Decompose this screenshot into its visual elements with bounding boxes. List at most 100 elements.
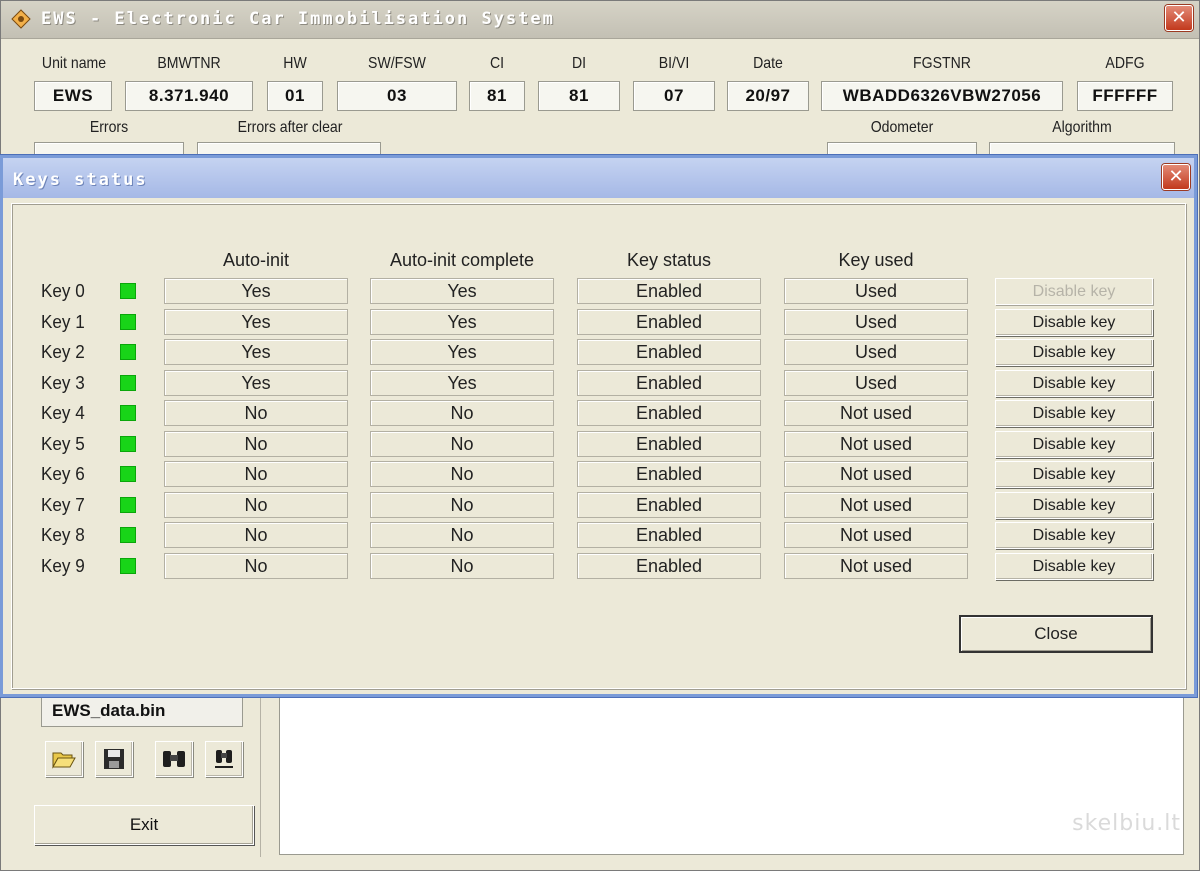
disable-key-button[interactable]: Disable key (995, 309, 1153, 336)
key-label: Key 7 (41, 495, 85, 515)
key-used-cell: Not used (784, 553, 968, 579)
main-titlebar: EWS - Electronic Car Immobilisation Syst… (1, 1, 1199, 39)
auto-init-cell: Yes (164, 339, 348, 365)
auto-init-complete-cell: No (370, 522, 554, 548)
disable-key-button[interactable]: Disable key (995, 553, 1153, 580)
key-used-cell: Used (784, 309, 968, 335)
key-used-cell: Not used (784, 522, 968, 548)
label-bi-vi: BI/VI (658, 55, 690, 72)
key-status-led-icon (120, 375, 136, 391)
header-auto-init-complete: Auto-init complete (389, 250, 535, 270)
log-output-area[interactable] (279, 697, 1184, 855)
disable-key-button[interactable]: Disable key (995, 492, 1153, 519)
fgstnr-field: WBADD6326VBW27056 (821, 81, 1063, 111)
errors-field (34, 142, 184, 156)
errors-after-clear-field (197, 142, 381, 156)
header-auto-init: Auto-init (222, 250, 290, 270)
disable-key-button[interactable]: Disable key (995, 522, 1153, 549)
disable-key-button[interactable]: Disable key (995, 400, 1153, 427)
auto-init-complete-cell: No (370, 431, 554, 457)
di-field: 81 (538, 81, 620, 111)
date-field: 20/97 (727, 81, 809, 111)
key-status-cell: Enabled (577, 461, 761, 487)
auto-init-cell: No (164, 400, 348, 426)
keys-dialog-close-icon-button[interactable]: ✕ (1162, 164, 1190, 190)
bi-vi-field: 07 (633, 81, 715, 111)
main-close-button[interactable]: ✕ (1165, 5, 1193, 31)
header-key-status: Key status (626, 250, 712, 270)
open-file-button[interactable] (45, 741, 83, 777)
label-sw-fsw: SW/FSW (368, 55, 426, 72)
auto-init-cell: No (164, 461, 348, 487)
auto-init-cell: No (164, 553, 348, 579)
find-button[interactable] (155, 741, 193, 777)
binoculars-icon (163, 751, 185, 767)
auto-init-complete-cell: Yes (370, 370, 554, 396)
key-status-cell: Enabled (577, 400, 761, 426)
main-window-title: EWS - Electronic Car Immobilisation Syst… (41, 9, 555, 29)
auto-init-cell: No (164, 522, 348, 548)
key-status-cell: Enabled (577, 522, 761, 548)
auto-init-complete-cell: Yes (370, 309, 554, 335)
folder-open-icon (52, 752, 76, 769)
auto-init-cell: Yes (164, 370, 348, 396)
disable-key-button[interactable]: Disable key (995, 431, 1153, 458)
auto-init-cell: Yes (164, 309, 348, 335)
key-status-led-icon (120, 283, 136, 299)
save-file-button[interactable] (95, 741, 133, 777)
key-status-cell: Enabled (577, 553, 761, 579)
ci-field: 81 (469, 81, 525, 111)
disable-key-button[interactable]: Disable key (995, 461, 1153, 488)
key-status-cell: Enabled (577, 431, 761, 457)
bmwtnr-field: 8.371.940 (125, 81, 253, 111)
auto-init-complete-cell: No (370, 461, 554, 487)
key-label: Key 3 (41, 373, 85, 393)
exit-button[interactable]: Exit (34, 805, 254, 845)
header-key-used: Key used (838, 250, 914, 270)
auto-init-complete-cell: No (370, 400, 554, 426)
floppy-disk-icon (104, 749, 124, 769)
hw-field: 01 (267, 81, 323, 111)
auto-init-complete-cell: Yes (370, 278, 554, 304)
label-odometer: Odometer (870, 119, 934, 136)
key-label: Key 2 (41, 342, 85, 362)
key-label: Key 6 (41, 464, 85, 484)
sw-fsw-field: 03 (337, 81, 457, 111)
key-status-led-icon (120, 314, 136, 330)
key-label: Key 4 (41, 403, 85, 423)
auto-init-complete-cell: Yes (370, 339, 554, 365)
adfg-field: FFFFFF (1077, 81, 1173, 111)
label-di: DI (571, 55, 587, 72)
label-errors: Errors (89, 119, 129, 136)
auto-init-cell: No (164, 431, 348, 457)
key-used-cell: Not used (784, 461, 968, 487)
auto-init-cell: No (164, 492, 348, 518)
find-next-button[interactable] (205, 741, 243, 777)
key-label: Key 1 (41, 312, 85, 332)
key-status-cell: Enabled (577, 492, 761, 518)
key-status-cell: Enabled (577, 278, 761, 304)
algorithm-field (989, 142, 1175, 156)
disable-key-button: Disable key (995, 278, 1153, 305)
close-button[interactable]: Close (959, 615, 1153, 653)
binoculars-small-icon (215, 750, 233, 768)
auto-init-complete-cell: No (370, 553, 554, 579)
key-used-cell: Not used (784, 400, 968, 426)
key-used-cell: Not used (784, 492, 968, 518)
label-errors-after-clear: Errors after clear (237, 119, 343, 136)
label-fgstnr: FGSTNR (913, 55, 971, 72)
auto-init-complete-cell: No (370, 492, 554, 518)
key-status-led-icon (120, 436, 136, 452)
key-status-led-icon (120, 527, 136, 543)
disable-key-button[interactable]: Disable key (995, 339, 1153, 366)
label-ci: CI (489, 55, 505, 72)
key-status-led-icon (120, 405, 136, 421)
label-hw: HW (283, 55, 307, 72)
keys-status-dialog: Keys status ✕ Auto-init Auto-init comple… (0, 155, 1197, 697)
label-algorithm: Algorithm (1052, 119, 1112, 136)
label-bmwtnr: BMWTNR (157, 55, 221, 72)
key-used-cell: Not used (784, 431, 968, 457)
disable-key-button[interactable]: Disable key (995, 370, 1153, 397)
odometer-field (827, 142, 977, 156)
key-status-cell: Enabled (577, 370, 761, 396)
